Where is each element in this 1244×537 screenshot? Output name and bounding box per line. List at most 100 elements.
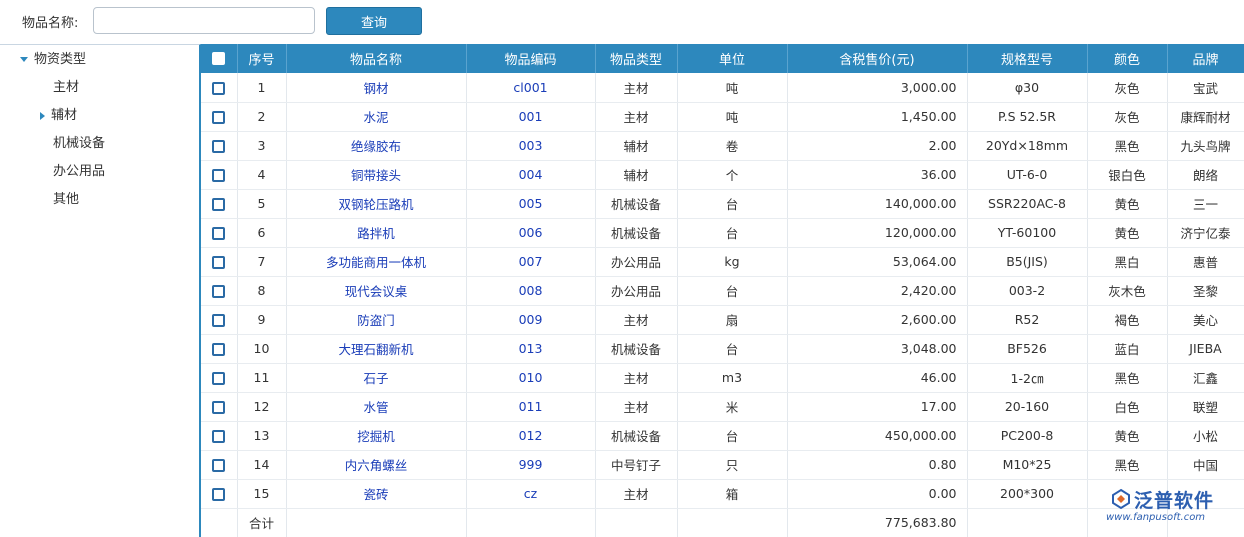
column-header-color[interactable]: 颜色 [1087, 44, 1168, 73]
table-row[interactable]: 8 现代会议桌 008 办公用品台 2,420.00 003-2 灰木色 圣黎 [201, 276, 1244, 306]
cell-code[interactable]: 007 [466, 247, 596, 277]
row-checkbox[interactable] [212, 314, 226, 327]
cell-name[interactable]: 防盗门 [286, 305, 467, 335]
item-name-search-input[interactable] [93, 7, 315, 34]
row-select-cell[interactable] [201, 334, 238, 364]
tree-node-main-material[interactable]: 主材 [53, 78, 79, 98]
cell-code[interactable]: 008 [466, 276, 596, 306]
cell-code[interactable]: 013 [466, 334, 596, 364]
tree-node-other[interactable]: 其他 [53, 190, 79, 210]
cell-code[interactable]: 005 [466, 189, 596, 219]
table-row[interactable]: 12 水管 011 主材米 17.00 20-160 白色 联塑 [201, 392, 1244, 422]
row-select-cell[interactable] [201, 102, 238, 132]
cell-name[interactable]: 水管 [286, 392, 467, 422]
row-select-cell[interactable] [201, 450, 238, 480]
column-header-type[interactable]: 物品类型 [595, 44, 678, 73]
row-checkbox[interactable] [212, 430, 226, 443]
cell-name[interactable]: 绝缘胶布 [286, 131, 467, 161]
row-checkbox[interactable] [212, 372, 226, 385]
table-row[interactable]: 15 瓷砖 cz 主材箱 0.00 200*300 [201, 479, 1244, 509]
row-select-cell[interactable] [201, 305, 238, 335]
table-row[interactable]: 7 多功能商用一体机 007 办公用品 kg 53,064.00 B5(JIS) 黑白 惠普 [201, 247, 1244, 277]
cell-name[interactable]: 石子 [286, 363, 467, 393]
row-select-cell[interactable] [201, 392, 238, 422]
cell-price: 46.00 [787, 363, 968, 393]
cell-code[interactable]: cz [466, 479, 596, 509]
cell-code[interactable]: 004 [466, 160, 596, 190]
table-row[interactable]: 4 铜带接头 004 辅材个 36.00 UT-6-0 银白色 朗络 [201, 160, 1244, 190]
row-checkbox[interactable] [212, 111, 226, 124]
row-select-cell[interactable] [201, 160, 238, 190]
cell-code[interactable]: 999 [466, 450, 596, 480]
cell-name[interactable]: 路拌机 [286, 218, 467, 248]
tree-node-root[interactable]: 物资类型 [20, 50, 86, 70]
table-row[interactable]: 3 绝缘胶布 003 辅材卷 2.00 20Yd×18mm 黑色 九头鸟牌 [201, 131, 1244, 161]
row-select-cell[interactable] [201, 479, 238, 509]
column-header-unit[interactable]: 单位 [677, 44, 788, 73]
cell-code[interactable]: 012 [466, 421, 596, 451]
cell-name[interactable]: 双钢轮压路机 [286, 189, 467, 219]
row-checkbox[interactable] [212, 256, 226, 269]
row-checkbox[interactable] [212, 227, 226, 240]
table-row[interactable]: 14 内六角螺丝 999 中号钉子只 0.80 M10*25 黑色 中国 [201, 450, 1244, 480]
table-row[interactable]: 6 路拌机 006 机械设备台 120,000.00 YT-60100 黄色 济宁亿泰 [201, 218, 1244, 248]
cell-code[interactable]: 001 [466, 102, 596, 132]
row-select-cell[interactable] [201, 131, 238, 161]
row-checkbox[interactable] [212, 140, 226, 153]
row-select-cell[interactable] [201, 421, 238, 451]
table-row[interactable]: 1 钢材 cl001 主材吨 3,000.00 φ30 灰色 宝武 [201, 73, 1244, 103]
cell-code[interactable]: 003 [466, 131, 596, 161]
cell-name[interactable]: 瓷砖 [286, 479, 467, 509]
total-empty-cell [201, 508, 238, 537]
row-select-cell[interactable] [201, 363, 238, 393]
cell-code[interactable]: 009 [466, 305, 596, 335]
table-row[interactable]: 11 石子 010 主材 m3 46.00 1-2㎝ 黑色 汇鑫 [201, 363, 1244, 393]
row-checkbox[interactable] [212, 285, 226, 298]
caret-down-icon[interactable] [20, 57, 28, 62]
row-select-cell[interactable] [201, 218, 238, 248]
cell-name[interactable]: 多功能商用一体机 [286, 247, 467, 277]
cell-code[interactable]: cl001 [466, 73, 596, 103]
row-checkbox[interactable] [212, 81, 226, 95]
column-header-no[interactable]: 序号 [237, 44, 287, 73]
cell-code[interactable]: 006 [466, 218, 596, 248]
select-all-checkbox[interactable] [212, 52, 226, 65]
cell-code[interactable]: 011 [466, 392, 596, 422]
row-select-cell[interactable] [201, 189, 238, 219]
row-checkbox[interactable] [212, 401, 226, 414]
cell-name[interactable]: 水泥 [286, 102, 467, 132]
table-row[interactable]: 9 防盗门 009 主材扇 2,600.00 R52 褐色 美心 [201, 305, 1244, 335]
cell-type: 办公用品 [595, 276, 678, 306]
row-checkbox[interactable] [212, 488, 226, 501]
tree-node-auxiliary-material[interactable]: 辅材 [40, 106, 77, 126]
cell-name[interactable]: 挖掘机 [286, 421, 467, 451]
column-header-name[interactable]: 物品名称 [286, 44, 467, 73]
table-row[interactable]: 10 大理石翻新机 013 机械设备台 3,048.00 BF526 蓝白 JIEBA [201, 334, 1244, 364]
cell-code[interactable]: 010 [466, 363, 596, 393]
tree-node-machinery[interactable]: 机械设备 [53, 134, 105, 154]
row-checkbox[interactable] [212, 169, 226, 182]
column-header-spec[interactable]: 规格型号 [967, 44, 1088, 73]
row-select-cell[interactable] [201, 247, 238, 277]
column-header-code[interactable]: 物品编码 [466, 44, 596, 73]
cell-name[interactable]: 大理石翻新机 [286, 334, 467, 364]
column-header-brand[interactable]: 品牌 [1167, 44, 1244, 73]
cell-name[interactable]: 钢材 [286, 73, 467, 103]
cell-name[interactable]: 内六角螺丝 [286, 450, 467, 480]
caret-right-icon[interactable] [40, 111, 45, 120]
table-row[interactable]: 5 双钢轮压路机 005 机械设备台 140,000.00 SSR220AC-8 黄色 三一 [201, 189, 1244, 219]
cell-name[interactable]: 现代会议桌 [286, 276, 467, 306]
row-select-cell[interactable] [201, 276, 238, 306]
row-checkbox[interactable] [212, 198, 226, 211]
cell-type: 辅材 [595, 131, 678, 161]
row-select-cell[interactable] [201, 73, 238, 103]
query-button[interactable]: 查询 [326, 7, 422, 35]
tree-node-office-supplies[interactable]: 办公用品 [53, 162, 105, 182]
cell-name[interactable]: 铜带接头 [286, 160, 467, 190]
table-row[interactable]: 2 水泥 001 主材吨 1,450.00 P.S 52.5R 灰色 康辉耐材 [201, 102, 1244, 132]
row-checkbox[interactable] [212, 459, 226, 472]
row-checkbox[interactable] [212, 343, 226, 356]
select-all-header[interactable] [201, 44, 238, 73]
column-header-price[interactable]: 含税售价(元) [787, 44, 968, 73]
table-row[interactable]: 13 挖掘机 012 机械设备台 450,000.00 PC200-8 黄色 小松 [201, 421, 1244, 451]
